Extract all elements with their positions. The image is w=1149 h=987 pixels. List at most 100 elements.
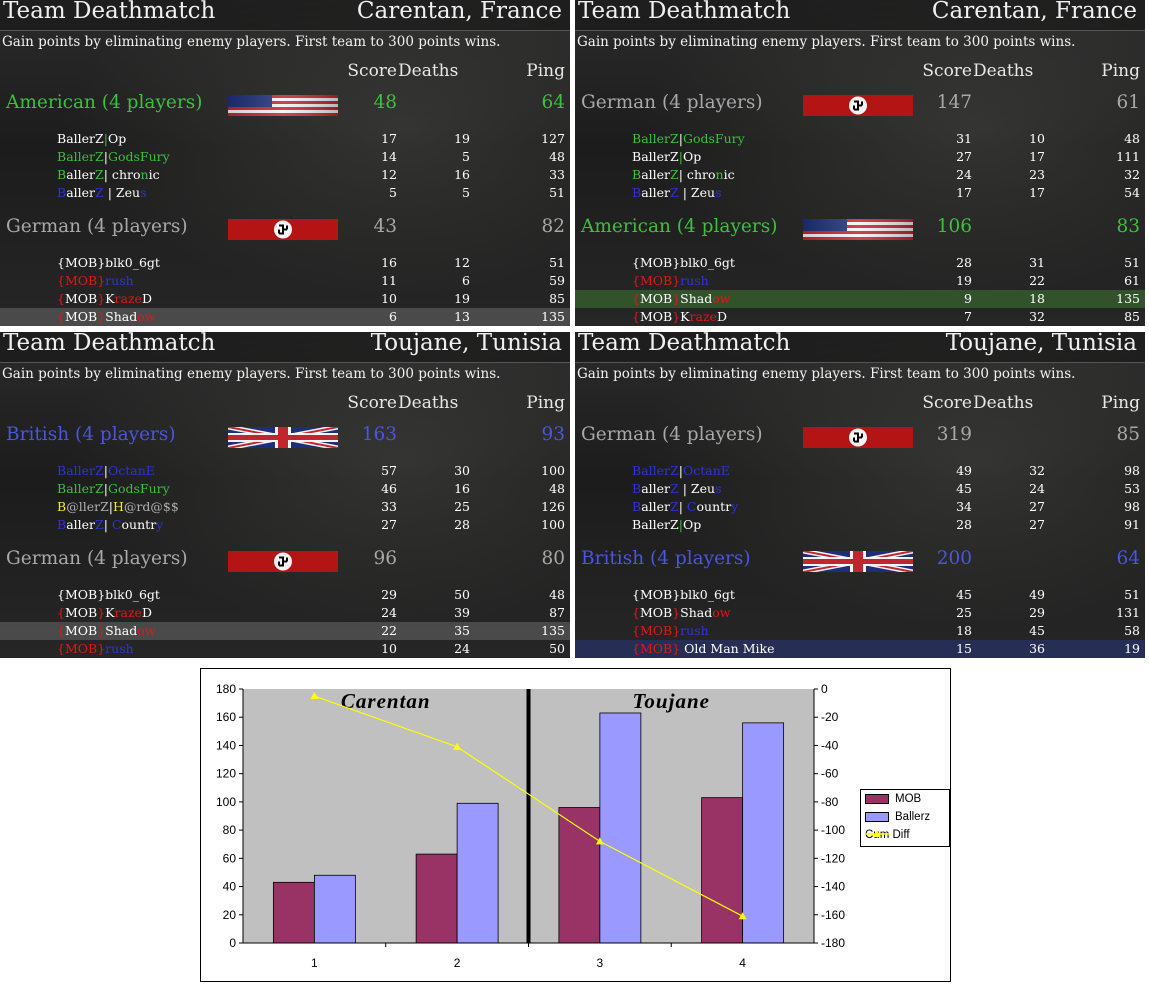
x-tick-label: 2 <box>454 956 461 970</box>
team-score: 96 <box>373 548 397 569</box>
player-row: BallerZ|GodsFury 14 5 48 <box>0 148 570 166</box>
player-deaths: 45 <box>1029 623 1045 638</box>
bar-ballerz <box>599 712 642 944</box>
player-row: BallerZ| Country 34 27 98 <box>575 498 1145 516</box>
map-name: Toujane, Tunisia <box>945 332 1137 356</box>
team-ping: 85 <box>1116 424 1140 445</box>
player-row: {MOB}rush 10 24 50 <box>0 640 570 658</box>
player-score: 14 <box>381 149 397 164</box>
legend-label-ballerz: Ballerz <box>895 811 931 823</box>
y-tick-label-left: 20 <box>223 908 237 922</box>
y-tick-label-right: -60 <box>821 767 839 781</box>
player-ping: 51 <box>1124 255 1140 270</box>
chart-legend: MOB Ballerz Cum Diff <box>860 789 950 847</box>
player-row: {MOB}rush 11 6 59 <box>0 272 570 290</box>
player-score: 57 <box>381 463 397 478</box>
player-deaths: 25 <box>454 499 470 514</box>
us-flag-icon <box>228 95 338 116</box>
column-header-score: Score <box>347 61 397 81</box>
bar-mob <box>701 797 744 944</box>
player-name: {MOB}Shadow <box>632 605 731 620</box>
y-tick-label-right: -120 <box>821 851 845 865</box>
player-name: {MOB}Shadow <box>57 623 156 638</box>
team-ping: 61 <box>1116 92 1140 113</box>
player-name: BallerZ | Zeus <box>632 481 722 496</box>
player-ping: 91 <box>1124 517 1140 532</box>
player-row: BallerZ|Op 17 19 127 <box>0 130 570 148</box>
player-row: BallerZ|Op 28 27 91 <box>575 516 1145 534</box>
y-tick-label-right: -160 <box>821 908 845 922</box>
team-ping: 83 <box>1116 216 1140 237</box>
team-score: 200 <box>936 548 972 569</box>
player-name: {MOB}blk0_6gt <box>632 255 735 270</box>
legend-item-cum-diff: Cum Diff <box>865 829 910 843</box>
chart-svg: Carentan Toujane 180 160 140 120 100 80 60 40 20 0 0… <box>216 682 845 970</box>
player-name: {MOB}blk0_6gt <box>57 587 160 602</box>
player-row: {MOB}Shadow 6 13 135 <box>0 308 570 326</box>
player-score: 10 <box>381 291 397 306</box>
player-name: {MOB}rush <box>57 273 134 288</box>
player-deaths: 18 <box>1029 291 1045 306</box>
column-header-score: Score <box>922 61 972 81</box>
y-tick-label-left: 120 <box>216 767 236 781</box>
team-row: American (4 players) 106 83 <box>575 216 1145 244</box>
uk-flag-icon <box>228 427 338 448</box>
player-row: {MOB}rush 18 45 58 <box>575 622 1145 640</box>
team-score: 106 <box>936 216 972 237</box>
team-name: German (4 players) <box>581 92 763 113</box>
team-name: American (4 players) <box>6 92 203 113</box>
legend-line-cum-diff <box>865 830 889 837</box>
player-name: BallerZ|GodsFury <box>57 481 170 496</box>
player-row: {MOB}KrazeD 10 19 85 <box>0 290 570 308</box>
player-name: {MOB}Shadow <box>632 291 731 306</box>
y-tick-label-left: 140 <box>216 738 236 752</box>
team-name: German (4 players) <box>6 548 188 569</box>
player-ping: 48 <box>549 587 565 602</box>
player-deaths: 17 <box>1029 149 1045 164</box>
player-score: 9 <box>964 291 972 306</box>
player-ping: 100 <box>541 463 565 478</box>
column-header-deaths: Deaths <box>973 393 1034 413</box>
player-deaths: 19 <box>454 131 470 146</box>
player-row: B@llerZ|H@rd@$$ 33 25 126 <box>0 498 570 516</box>
player-row: {MOB}Shadow 22 35 135 <box>0 622 570 640</box>
player-score: 15 <box>956 641 972 656</box>
y-tick-label-right: -180 <box>821 936 845 950</box>
scoreboard-panel: Team Deathmatch Carentan, France Gain po… <box>0 0 570 326</box>
y-tick-label-left: 80 <box>223 823 237 837</box>
player-deaths: 23 <box>1029 167 1045 182</box>
player-name: {MOB}KrazeD <box>57 291 152 306</box>
player-score: 24 <box>956 167 972 182</box>
player-row: {MOB}KrazeD 24 39 87 <box>0 604 570 622</box>
player-deaths: 50 <box>454 587 470 602</box>
game-mode-title: Team Deathmatch <box>3 0 216 24</box>
player-ping: 111 <box>1116 149 1140 164</box>
player-ping: 33 <box>549 167 565 182</box>
team-name: German (4 players) <box>6 216 188 237</box>
player-deaths: 27 <box>1029 499 1045 514</box>
y-tick-label-right: -100 <box>821 823 845 837</box>
player-name: BallerZ| Country <box>632 499 739 514</box>
player-row: BallerZ| chronic 24 23 32 <box>575 166 1145 184</box>
player-score: 25 <box>956 605 972 620</box>
column-header-ping: Ping <box>1101 393 1140 413</box>
player-ping: 48 <box>1124 131 1140 146</box>
german-flag-icon <box>803 95 913 116</box>
player-row: {MOB}blk0_6gt 29 50 48 <box>0 586 570 604</box>
player-deaths: 32 <box>1029 463 1045 478</box>
player-score: 24 <box>381 605 397 620</box>
game-mode-title: Team Deathmatch <box>578 332 791 356</box>
player-name: BallerZ|OctanE <box>57 463 155 478</box>
player-score: 22 <box>381 623 397 638</box>
player-score: 28 <box>956 255 972 270</box>
player-row: BallerZ| chronic 12 16 33 <box>0 166 570 184</box>
player-deaths: 16 <box>454 481 470 496</box>
player-ping: 48 <box>549 149 565 164</box>
player-row: BallerZ | Zeus 17 17 54 <box>575 184 1145 202</box>
player-score: 29 <box>381 587 397 602</box>
player-name: B@llerZ|H@rd@$$ <box>57 499 179 514</box>
player-score: 12 <box>381 167 397 182</box>
player-deaths: 36 <box>1029 641 1045 656</box>
team-name: British (4 players) <box>6 424 176 445</box>
column-header-score: Score <box>922 393 972 413</box>
